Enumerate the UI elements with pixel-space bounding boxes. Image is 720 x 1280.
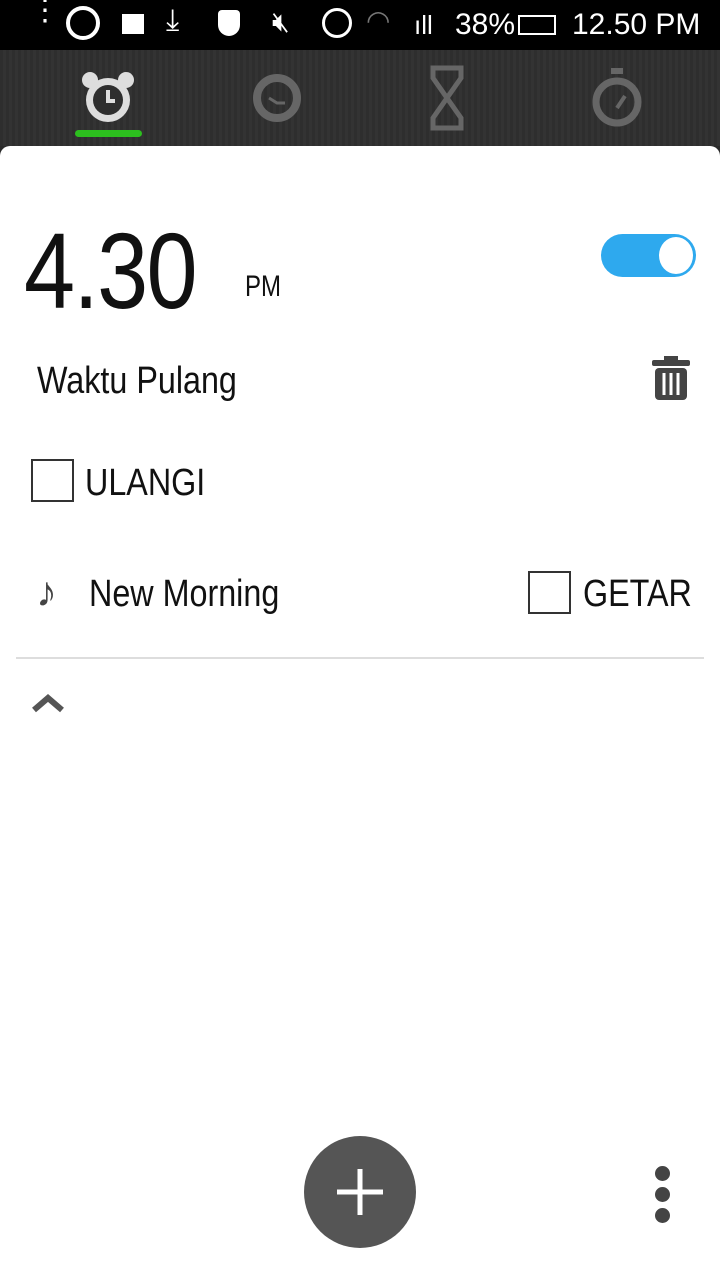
wifi-icon: ◠ bbox=[366, 5, 391, 36]
tab-timer[interactable] bbox=[357, 50, 537, 146]
tab-stopwatch[interactable] bbox=[527, 50, 707, 146]
alarm-clock-icon bbox=[82, 72, 134, 122]
image-icon bbox=[122, 14, 144, 34]
clock: 12.50 PM bbox=[572, 8, 701, 41]
signal-icon: ıll bbox=[414, 10, 433, 40]
download-icon: ⤓ bbox=[166, 4, 180, 37]
mute-icon: 🔇︎ bbox=[272, 6, 290, 37]
ringtone-name[interactable]: New Morning bbox=[89, 573, 279, 616]
divider bbox=[16, 657, 704, 659]
active-tab-indicator bbox=[75, 130, 142, 137]
chevron-up-icon[interactable] bbox=[31, 694, 65, 714]
overflow-icon: ⋮ bbox=[30, 0, 60, 27]
tab-world-clock[interactable] bbox=[187, 50, 367, 146]
vibrate-label[interactable]: GETAR bbox=[583, 573, 692, 616]
status-bar: ⋮ ⤓ 🔇︎ ◠ ıll 38% 12.50 PM bbox=[0, 0, 720, 50]
plus-icon bbox=[337, 1169, 383, 1215]
alarm-time[interactable]: 4.30 bbox=[24, 208, 198, 333]
alarm-icon bbox=[322, 8, 352, 38]
vibrate-checkbox[interactable] bbox=[528, 571, 571, 614]
alarm-period: PM bbox=[245, 270, 281, 303]
alarm-card: 4.30 PM Waktu Pulang ULANGI ♪ New Mornin… bbox=[0, 146, 720, 1280]
music-note-icon: ♪ bbox=[36, 568, 57, 615]
battery-icon bbox=[518, 15, 556, 35]
add-alarm-button[interactable] bbox=[304, 1136, 416, 1248]
alarm-label[interactable]: Waktu Pulang bbox=[37, 360, 237, 403]
repeat-checkbox[interactable] bbox=[31, 459, 74, 502]
toggle-knob bbox=[657, 235, 695, 276]
repeat-label[interactable]: ULANGI bbox=[85, 462, 205, 505]
stopwatch-icon bbox=[592, 68, 642, 127]
hourglass-icon bbox=[430, 65, 464, 131]
alarm-toggle[interactable] bbox=[601, 234, 696, 277]
whatsapp-icon bbox=[66, 6, 100, 40]
more-options-button[interactable] bbox=[655, 1166, 670, 1229]
clock-icon bbox=[253, 74, 301, 122]
trash-icon[interactable] bbox=[652, 356, 690, 400]
battery-percent: 38% bbox=[455, 8, 516, 41]
shield-icon bbox=[218, 10, 240, 36]
